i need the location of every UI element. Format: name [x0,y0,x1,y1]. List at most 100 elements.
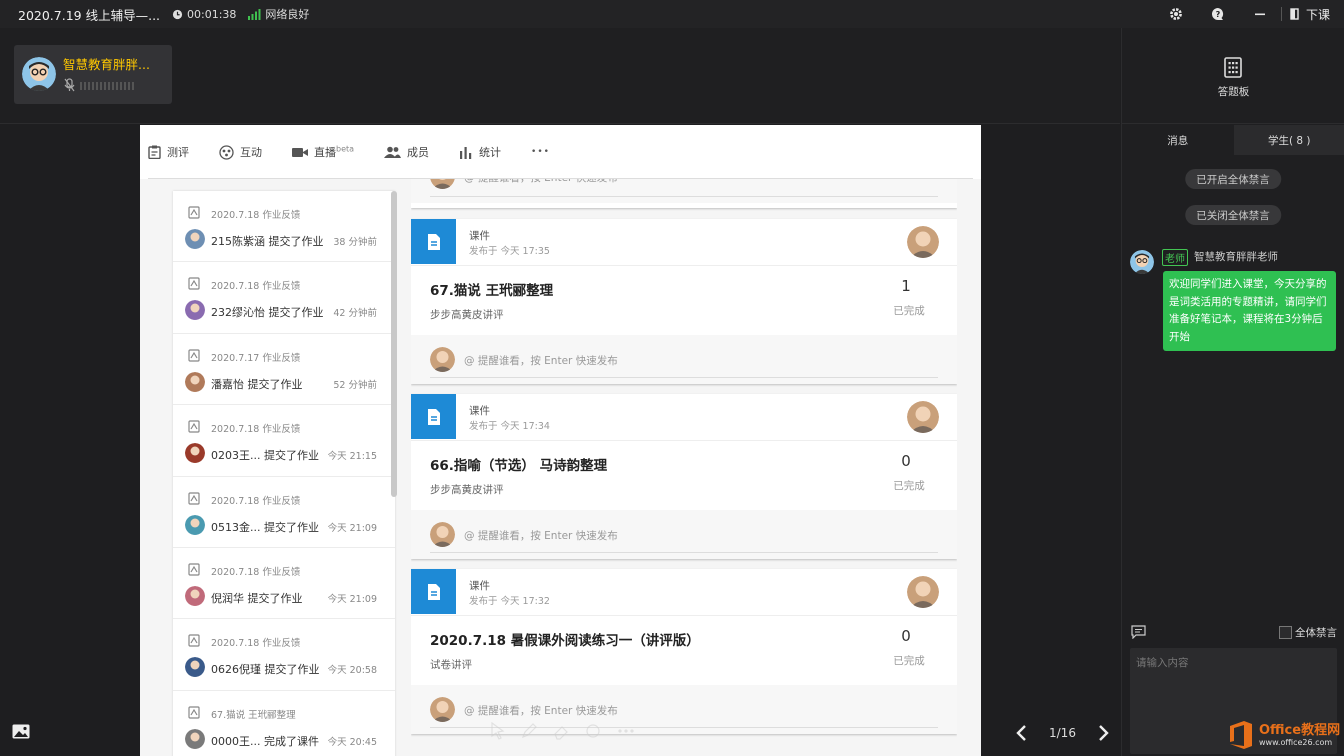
list-item-heading: 2020.7.18 作业反馈 [211,424,301,436]
list-item[interactable]: 2020.7.18 作业反馈 0513金... 提交了作业 今天 21:09 [173,477,395,548]
card-title[interactable]: 67.猫说 王玳郦整理 [430,279,553,299]
courseware-card[interactable]: 课件 发布于 今天 17:35 67.猫说 王玳郦整理 步步高黄皮讲评 1 已完成 @ 提醒… [411,219,957,384]
interact-icon [219,144,234,160]
list-item-time: 42 分钟前 [333,308,377,320]
card-title[interactable]: 66.指喻（节选） 马诗韵整理 [430,454,607,474]
chat-sender-name: 智慧教育胖胖老师 [1194,251,1278,263]
list-item-heading: 2020.7.18 作业反馈 [211,281,301,293]
list-item[interactable]: 2020.7.18 作业反馈 倪润华 提交了作业 今天 21:09 [173,548,395,620]
list-item-time: 今天 20:45 [327,736,377,748]
pen-tool-icon[interactable] [520,722,538,740]
completion-label: 已完成 [893,305,925,317]
card-subtitle: 试卷讲评 [430,659,472,671]
bar-chart-icon [460,146,472,159]
prev-page-icon[interactable] [1015,724,1027,742]
list-item-text: 潘嘉怡 提交了作业 [211,377,303,391]
help-button[interactable]: ? [1197,0,1239,28]
notice-mute-off: 已关闭全体禁言 [1185,205,1281,225]
reply-avatar [430,697,455,722]
reply-placeholder: @ 提醒谁看，按 Enter 快速发布 [464,179,618,185]
image-button[interactable] [12,724,30,743]
nav-tab-members-label: 成员 [407,146,430,159]
minimize-button[interactable] [1239,0,1281,28]
network-status: 网络良好 [248,6,309,22]
list-item[interactable]: 2020.7.18 作业反馈 0626倪瑾 提交了作业 今天 20:58 [173,619,395,691]
publisher-avatar [907,401,939,433]
list-item-time: 今天 21:09 [327,593,377,605]
courseware-card[interactable]: 课件发布于 今天 17:32 2020.7.18 暑假课外阅读练习一（讲评版） 试卷… [411,569,957,734]
nav-tab-interact[interactable]: 互动 [219,144,262,160]
chat-options: 全体禁言 [1122,621,1344,646]
settings-button[interactable] [1155,0,1197,28]
class-nav: 测评 互动 直播beta 成员 统计 ••• [140,125,981,179]
minimize-icon [1254,13,1265,16]
nav-tab-evaluate-label: 测评 [167,146,189,159]
chat-icon[interactable] [1131,625,1146,639]
nav-tab-interact-label: 互动 [240,146,262,159]
card-type: 课件 [469,230,490,242]
nav-tab-stats[interactable]: 统计 [459,144,501,160]
completion-count: 1 [901,277,911,295]
document-icon [411,394,456,439]
list-item-time: 52 分钟前 [333,379,377,391]
nav-tab-members[interactable]: 成员 [384,144,429,160]
signal-icon [248,8,261,20]
card-divider [411,615,957,616]
list-item[interactable]: 2020.7.18 作业反馈 0203王... 提交了作业 今天 21:15 [173,405,395,477]
reply-underline [430,196,938,197]
answer-board-label: 答题板 [1217,86,1250,98]
student-avatar [185,585,205,606]
mute-all-checkbox[interactable] [1279,626,1292,639]
homework-icon [188,206,200,219]
reply-placeholder: @ 提醒谁看，按 Enter 快速发布 [464,705,618,717]
mute-all-label: 全体禁言 [1295,627,1337,639]
page-indicator: 1/16 [1049,726,1076,740]
nav-tab-live[interactable]: 直播beta [292,144,354,160]
reply-bar[interactable]: @ 提醒谁看，按 Enter 快速发布 [411,510,957,559]
svg-text:?: ? [1216,10,1221,19]
card-type: 课件 [469,405,490,417]
activity-scrollbar[interactable] [391,191,397,497]
completion-count: 0 [901,452,911,470]
more-tools-icon[interactable] [616,722,636,740]
student-avatar [185,229,205,249]
next-page-icon[interactable] [1098,724,1110,742]
homework-icon [188,491,200,505]
list-item-heading: 2020.7.17 作业反馈 [211,352,301,364]
reply-bar[interactable]: @ 提醒谁看，按 Enter 快速发布 [411,335,957,384]
document-icon [411,219,456,264]
list-item[interactable]: 2020.7.17 作业反馈 潘嘉怡 提交了作业 52 分钟前 [173,334,395,406]
card-divider [411,265,957,266]
right-sidebar: 答题板 消息 学生( 8 ) 已开启全体禁言 已关闭全体禁言 老师 智慧教育胖胖… [1121,28,1344,756]
student-avatar [185,300,205,321]
list-item[interactable]: 2020.7.18 作业反馈 215陈紫涵 提交了作业 38 分钟前 [173,191,395,263]
members-icon [384,146,402,158]
card-type: 课件 [469,580,490,592]
reply-placeholder: @ 提醒谁看，按 Enter 快速发布 [464,530,618,542]
end-class-button[interactable]: 下课 [1282,6,1344,23]
list-item-text: 倪润华 提交了作业 [211,591,303,605]
teacher-name: 智慧教育胖胖... [63,57,150,72]
reply-avatar [430,179,455,189]
tab-messages[interactable]: 消息 [1122,125,1234,155]
teacher-video-card[interactable]: 智慧教育胖胖... [14,45,172,104]
answer-board-button[interactable]: 答题板 [1122,28,1344,124]
nav-tab-live-label: 直播beta [314,144,355,159]
list-item[interactable]: 67.猫说 王玳郦整理 0000王... 完成了课件 今天 20:45 [173,691,395,756]
list-item[interactable]: 2020.7.18 作业反馈 232缪沁怡 提交了作业 42 分钟前 [173,262,395,334]
pointer-tool-icon[interactable] [490,722,506,740]
more-icon: ••• [531,147,550,157]
card-subtitle: 步步高黄皮讲评 [430,309,504,321]
more-menu-button[interactable]: ••• [531,147,550,157]
card-divider [411,440,957,441]
session-timer: 00:01:38 [172,8,236,21]
nav-tab-evaluate[interactable]: 测评 [148,144,189,160]
reply-bar[interactable]: @ 提醒谁看，按 Enter 快速发布 [411,179,957,203]
card-date: 发布于 今天 17:32 [469,596,550,607]
card-title[interactable]: 2020.7.18 暑假课外阅读练习一（讲评版） [430,629,700,649]
courseware-card[interactable]: 课件 发布于 今天 17:34 66.指喻（节选） 马诗韵整理 步步高黄皮讲评 0 已完成… [411,394,957,559]
tab-students[interactable]: 学生( 8 ) [1233,125,1344,155]
student-avatar [185,514,205,535]
shape-tool-icon[interactable] [584,722,602,740]
eraser-tool-icon[interactable] [552,722,570,740]
